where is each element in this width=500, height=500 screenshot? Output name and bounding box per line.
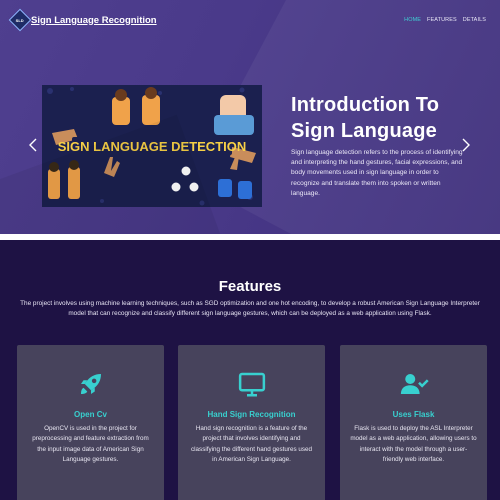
brand-link[interactable]: SLD Sign Language Recognition xyxy=(8,8,157,32)
nav-details-link[interactable]: DETAILS xyxy=(463,17,486,23)
rocket-icon xyxy=(80,374,101,394)
svg-text:SIGN LANGUAGE DETECTION: SIGN LANGUAGE DETECTION xyxy=(58,139,247,154)
feature-card-title: Uses Flask xyxy=(392,410,435,419)
nav-features-link[interactable]: FEATURES xyxy=(427,17,457,23)
feature-card-text: Hand sign recognition is a feature of th… xyxy=(191,425,312,463)
features-heading: Features xyxy=(218,278,282,295)
monitor-icon xyxy=(238,372,265,397)
carousel-prev-button[interactable] xyxy=(29,138,37,154)
features-intro: The project involves using machine learn… xyxy=(20,300,480,317)
nav-home-link[interactable]: HOME xyxy=(404,17,421,23)
nav-links: HOME FEATURES DETAILS xyxy=(404,17,486,23)
brand-logo: SLD xyxy=(8,8,32,32)
features-section: Features The project involves using mach… xyxy=(0,240,500,500)
user-check-icon xyxy=(400,374,429,394)
carousel-next-button[interactable] xyxy=(462,138,470,154)
chevron-left-icon xyxy=(29,138,37,152)
hero-description: Sign language detection refers to the pr… xyxy=(291,149,463,197)
carousel-slide-image: SIGN LANGUAGE DETECTION xyxy=(42,85,262,207)
chevron-right-icon xyxy=(462,138,470,152)
feature-card-text: OpenCV is used in the project for prepro… xyxy=(32,425,149,463)
feature-card-title: Open Cv xyxy=(74,410,107,419)
hero-section: SLD Sign Language Recognition HOME FEATU… xyxy=(0,0,500,234)
feature-card-opencv: Open Cv OpenCV is used in the project fo… xyxy=(17,345,164,500)
feature-card-hand-sign: Hand Sign Recognition Hand sign recognit… xyxy=(178,345,325,500)
brand-name: Sign Language Recognition xyxy=(31,14,157,26)
feature-card-flask: Uses Flask Flask is used to deploy the A… xyxy=(340,345,487,500)
feature-card-text: Flask is used to deploy the ASL Interpre… xyxy=(350,425,477,463)
navbar: SLD Sign Language Recognition HOME FEATU… xyxy=(0,0,500,40)
feature-card-title: Hand Sign Recognition xyxy=(207,410,296,419)
hero-title: Introduction To Sign Language xyxy=(291,94,440,142)
